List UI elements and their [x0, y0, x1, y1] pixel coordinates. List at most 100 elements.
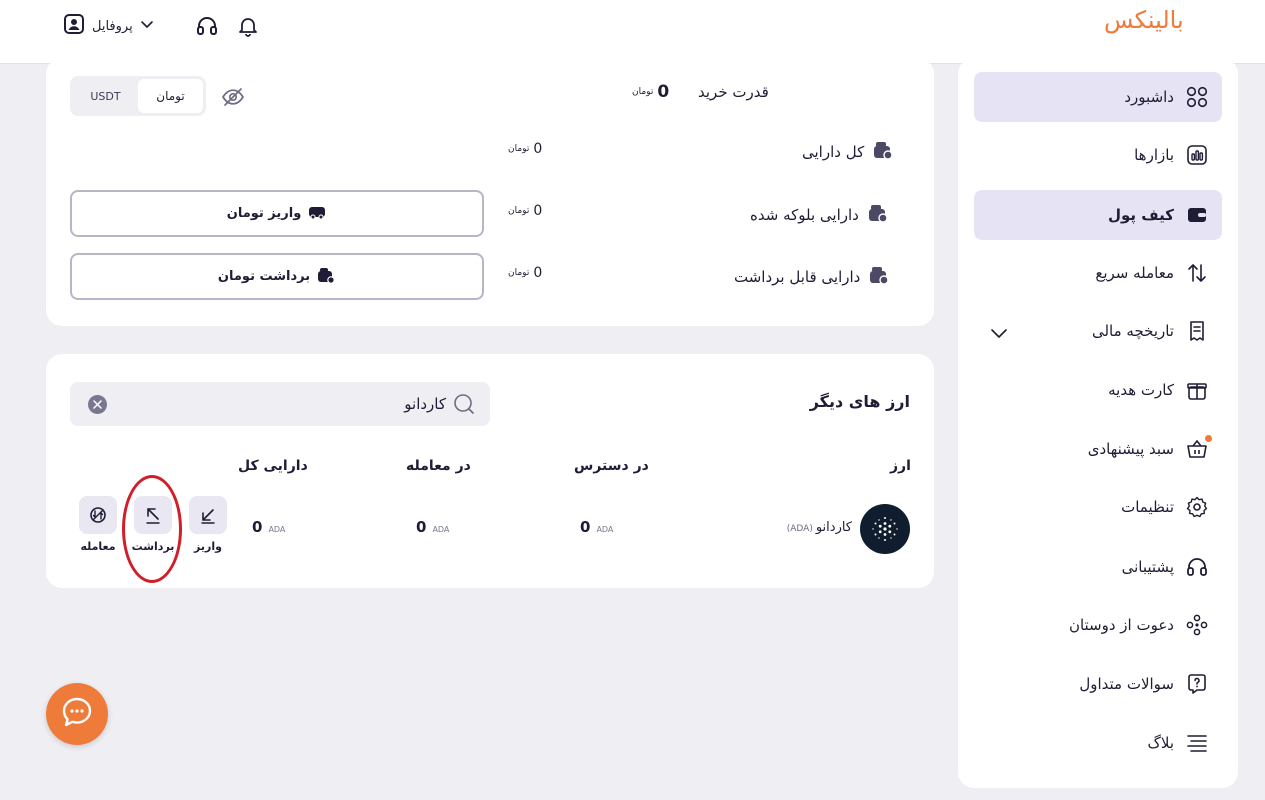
- receipt-icon: [1184, 318, 1210, 344]
- currency-toggle[interactable]: USDT تومان: [70, 76, 206, 116]
- sidebar-item-label: تنظیمات: [1121, 498, 1174, 516]
- total-unit: ADA: [268, 525, 286, 534]
- sidebar-item-label: سبد پیشنهادی: [1087, 440, 1174, 458]
- profile-icon: [62, 12, 86, 40]
- withdraw-wallet-icon: [316, 265, 336, 289]
- blocked-assets-unit: تومان: [508, 206, 530, 216]
- wallet-coins-icon: [872, 139, 894, 165]
- buying-power-amount: تومان 0: [632, 82, 669, 102]
- cardano-logo-icon: [860, 504, 910, 554]
- chat-bubble-icon: [58, 693, 96, 735]
- trade-action-label: معامله: [80, 540, 116, 553]
- arrow-down-left-icon: [189, 496, 227, 534]
- swap-icon: [1184, 260, 1210, 286]
- in-trade-unit: ADA: [432, 525, 450, 534]
- basket-icon: [1184, 435, 1212, 462]
- currency-search: [70, 382, 490, 426]
- sidebar-item-label: داشبورد: [1124, 88, 1174, 106]
- wallet-coins-icon: [868, 264, 890, 290]
- sidebar-item-markets[interactable]: بازارها: [974, 130, 1222, 180]
- sidebar-item-label: کارت هدیه: [1108, 381, 1174, 399]
- coin-name-label: کاردانو: [815, 520, 852, 535]
- sidebar-item-suggested-basket[interactable]: سبد پیشنهادی: [974, 424, 1222, 474]
- brand-logo[interactable]: بالینکس: [1104, 6, 1184, 34]
- chat-support-button[interactable]: [46, 683, 108, 745]
- sidebar-item-label: دعوت از دوستان: [1068, 616, 1174, 634]
- deposit-action-button[interactable]: واریز: [188, 496, 228, 553]
- deposit-action-label: واریز: [194, 540, 222, 553]
- headset-icon[interactable]: [194, 13, 220, 39]
- profile-label: پروفایل: [92, 18, 133, 34]
- search-icon: [452, 392, 476, 416]
- sidebar-item-label: بازارها: [1134, 146, 1174, 164]
- buying-power-unit: تومان: [632, 87, 654, 97]
- in-trade-amount: 0 ADA: [416, 518, 449, 536]
- column-header-available: در دسترس: [574, 458, 649, 474]
- withdrawable-assets-value: 0: [533, 265, 543, 281]
- total-amount: 0 ADA: [252, 518, 285, 536]
- lines-icon: [1184, 730, 1210, 756]
- chevron-down-icon: [139, 16, 155, 36]
- clear-search-button[interactable]: [88, 395, 107, 414]
- grid-icon: [1184, 84, 1210, 110]
- trade-action-button[interactable]: معامله: [78, 496, 118, 553]
- withdraw-toman-button[interactable]: برداشت تومان: [70, 253, 484, 300]
- sidebar-item-label: تاریخچه مالی: [1091, 322, 1174, 340]
- withdraw-action-button[interactable]: برداشت: [132, 496, 174, 553]
- sidebar-item-financial-history[interactable]: تاریخچه مالی: [974, 306, 1222, 356]
- sidebar-item-gift-card[interactable]: کارت هدیه: [974, 365, 1222, 415]
- sidebar-item-dashboard[interactable]: داشبورد: [974, 72, 1222, 122]
- sidebar-item-settings[interactable]: تنظیمات: [974, 482, 1222, 532]
- buying-power-value: 0: [657, 82, 670, 102]
- sidebar-item-label: پشتیبانی: [1121, 558, 1174, 576]
- blocked-assets-value: 0: [533, 203, 543, 219]
- sidebar-item-invite-friends[interactable]: دعوت از دوستان: [974, 600, 1222, 650]
- wallet-coins-icon: [867, 202, 889, 228]
- deposit-toman-label: واریز تومان: [226, 206, 302, 221]
- arrow-up-left-icon: [134, 496, 172, 534]
- sidebar-item-blog[interactable]: بلاگ: [974, 718, 1222, 768]
- chevron-down-icon[interactable]: [987, 321, 1011, 345]
- headset-icon: [1184, 554, 1210, 580]
- top-bar: بالینکس پروفایل: [0, 0, 1265, 64]
- total-assets-unit: تومان: [508, 144, 530, 154]
- sidebar-item-wallet[interactable]: کیف پول: [974, 190, 1222, 240]
- in-trade-value: 0: [416, 518, 427, 536]
- question-icon: [1184, 671, 1210, 697]
- gift-icon: [1184, 377, 1210, 403]
- withdrawable-assets-label: دارایی قابل برداشت: [734, 268, 861, 286]
- toggle-usdt[interactable]: USDT: [73, 79, 138, 113]
- total-assets-amount: تومان 0: [508, 141, 542, 157]
- sidebar-item-label: معامله سریع: [1095, 264, 1174, 282]
- bell-icon[interactable]: [235, 13, 261, 39]
- available-value: 0: [580, 518, 591, 536]
- profile-menu[interactable]: پروفایل: [62, 12, 155, 40]
- search-input[interactable]: [106, 382, 446, 426]
- withdrawable-assets-amount: تومان 0: [508, 265, 542, 281]
- total-assets-label: کل دارایی: [802, 143, 865, 161]
- sidebar-item-label: سوالات متداول: [1079, 675, 1174, 693]
- buying-power-label-wrap: قدرت خرید: [698, 83, 769, 101]
- sidebar-item-label: بلاگ: [1147, 734, 1174, 752]
- blocked-assets-label: دارایی بلوکه شده: [750, 206, 859, 224]
- column-header-in-trade: در معامله: [406, 458, 471, 474]
- coin-symbol: (ADA): [786, 524, 813, 534]
- gear-icon: [1184, 494, 1210, 520]
- total-assets-value: 0: [533, 141, 543, 157]
- column-header-total: دارایی کل: [238, 458, 308, 474]
- buying-power-label: قدرت خرید: [698, 83, 769, 101]
- sidebar-item-quick-trade[interactable]: معامله سریع: [974, 248, 1222, 298]
- people-icon: [1184, 612, 1210, 638]
- withdrawable-assets-unit: تومان: [508, 268, 530, 278]
- trade-circle-icon: [79, 496, 117, 534]
- blocked-assets-row: دارایی بلوکه شده: [750, 202, 889, 228]
- sidebar-item-faq[interactable]: سوالات متداول: [974, 659, 1222, 709]
- available-unit: ADA: [596, 525, 614, 534]
- column-header-currency: ارز: [890, 458, 911, 474]
- deposit-toman-button[interactable]: واریز تومان: [70, 190, 484, 237]
- sidebar-item-support[interactable]: پشتیبانی: [974, 542, 1222, 592]
- hide-balance-icon[interactable]: [220, 84, 246, 110]
- blocked-assets-amount: تومان 0: [508, 203, 542, 219]
- toggle-toman[interactable]: تومان: [138, 79, 203, 113]
- coin-name: کاردانو (ADA): [740, 520, 852, 535]
